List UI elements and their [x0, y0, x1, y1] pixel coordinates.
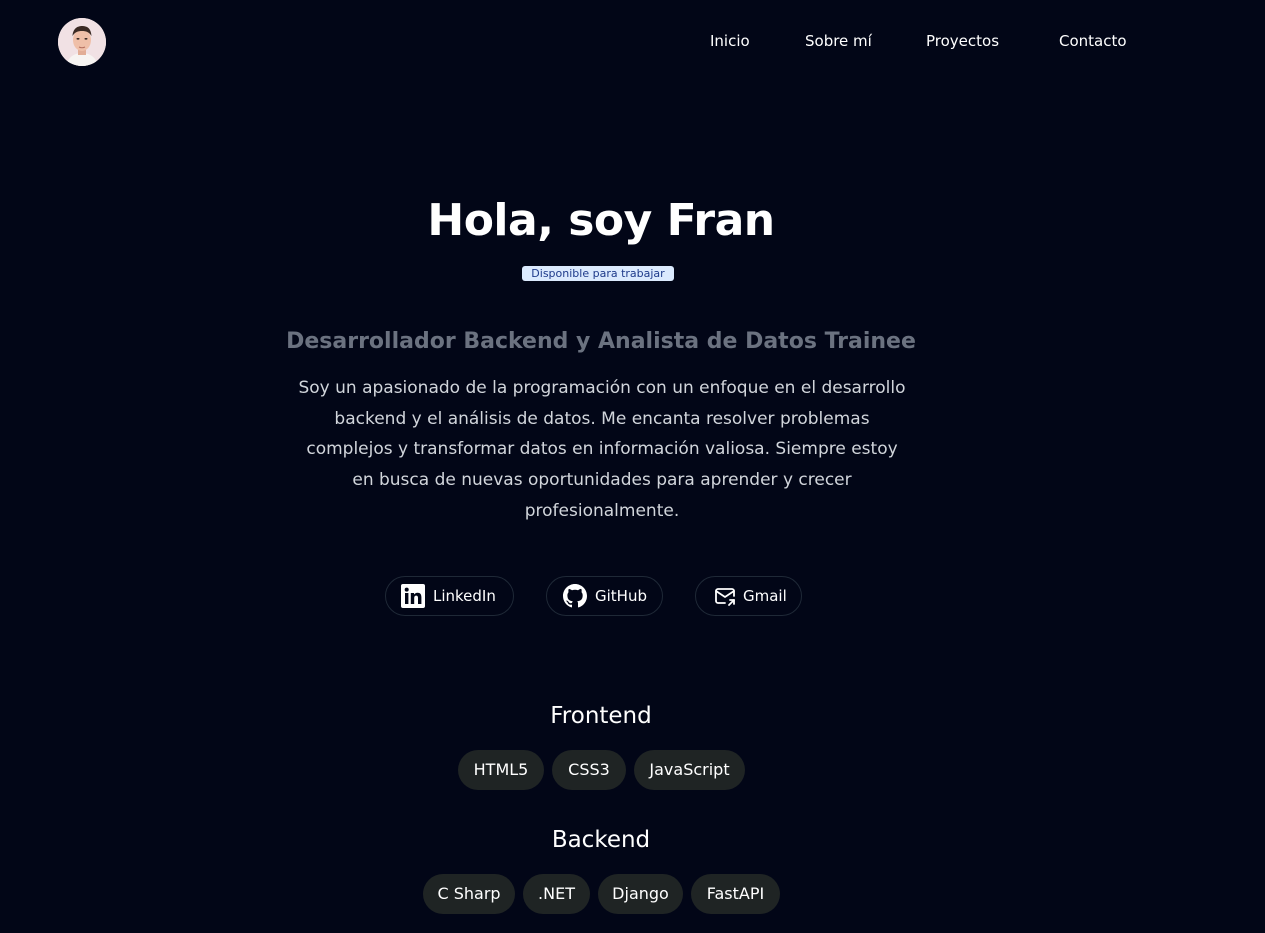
backend-section-title: Backend: [551, 827, 651, 853]
nav-link-contacto[interactable]: Contacto: [1059, 30, 1127, 52]
skill-pill-html5: HTML5: [458, 750, 544, 790]
skill-pill-fastapi: FastAPI: [691, 874, 780, 914]
skill-pill-django: Django: [598, 874, 683, 914]
skill-pill-javascript: JavaScript: [634, 750, 745, 790]
nav-link-inicio[interactable]: Inicio: [710, 30, 750, 52]
frontend-section-title: Frontend: [550, 703, 652, 729]
linkedin-label: LinkedIn: [433, 587, 496, 605]
github-button[interactable]: GitHub: [546, 576, 663, 616]
skill-pill-csharp: C Sharp: [423, 874, 515, 914]
site-header: Inicio Sobre mí Proyectos Contacto: [0, 0, 1265, 84]
skill-pill-css3: CSS3: [552, 750, 626, 790]
availability-badge: Disponible para trabajar: [522, 266, 674, 281]
hero-title: Hola, soy Fran: [427, 195, 775, 246]
nav-link-proyectos[interactable]: Proyectos: [926, 30, 999, 52]
gmail-button[interactable]: Gmail: [695, 576, 802, 616]
skill-pill-dotnet: .NET: [523, 874, 590, 914]
hero-bio: Soy un apasionado de la programación con…: [298, 378, 906, 521]
badge-wrapper: Disponible para trabajar: [0, 262, 1196, 281]
nav-link-sobre-mi[interactable]: Sobre mí: [805, 30, 872, 52]
linkedin-button[interactable]: LinkedIn: [385, 576, 514, 616]
github-icon: [563, 584, 587, 608]
main-nav: Inicio Sobre mí Proyectos Contacto: [0, 30, 1265, 54]
mail-icon: [713, 584, 737, 608]
github-label: GitHub: [595, 587, 647, 605]
linkedin-icon: [401, 584, 425, 608]
hero-subtitle: Desarrollador Backend y Analista de Dato…: [286, 329, 916, 354]
gmail-label: Gmail: [743, 587, 787, 605]
page: Inicio Sobre mí Proyectos Contacto Hola,…: [0, 0, 1265, 933]
